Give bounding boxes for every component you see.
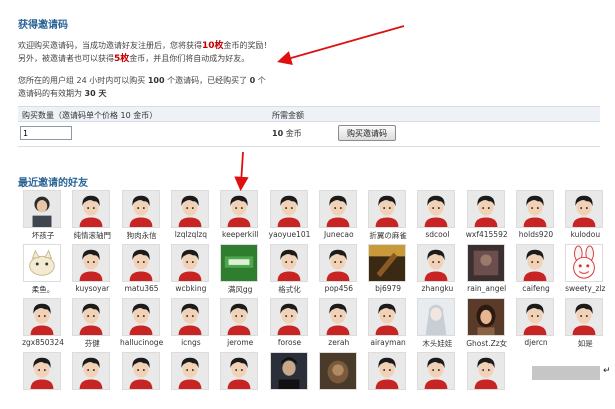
arrow-to-reward [277,25,405,65]
redacted-bar [532,366,600,380]
arrow-to-friends [234,151,249,192]
return-mark-icon: ↵ [603,366,611,376]
annotation-arrows [234,25,405,192]
